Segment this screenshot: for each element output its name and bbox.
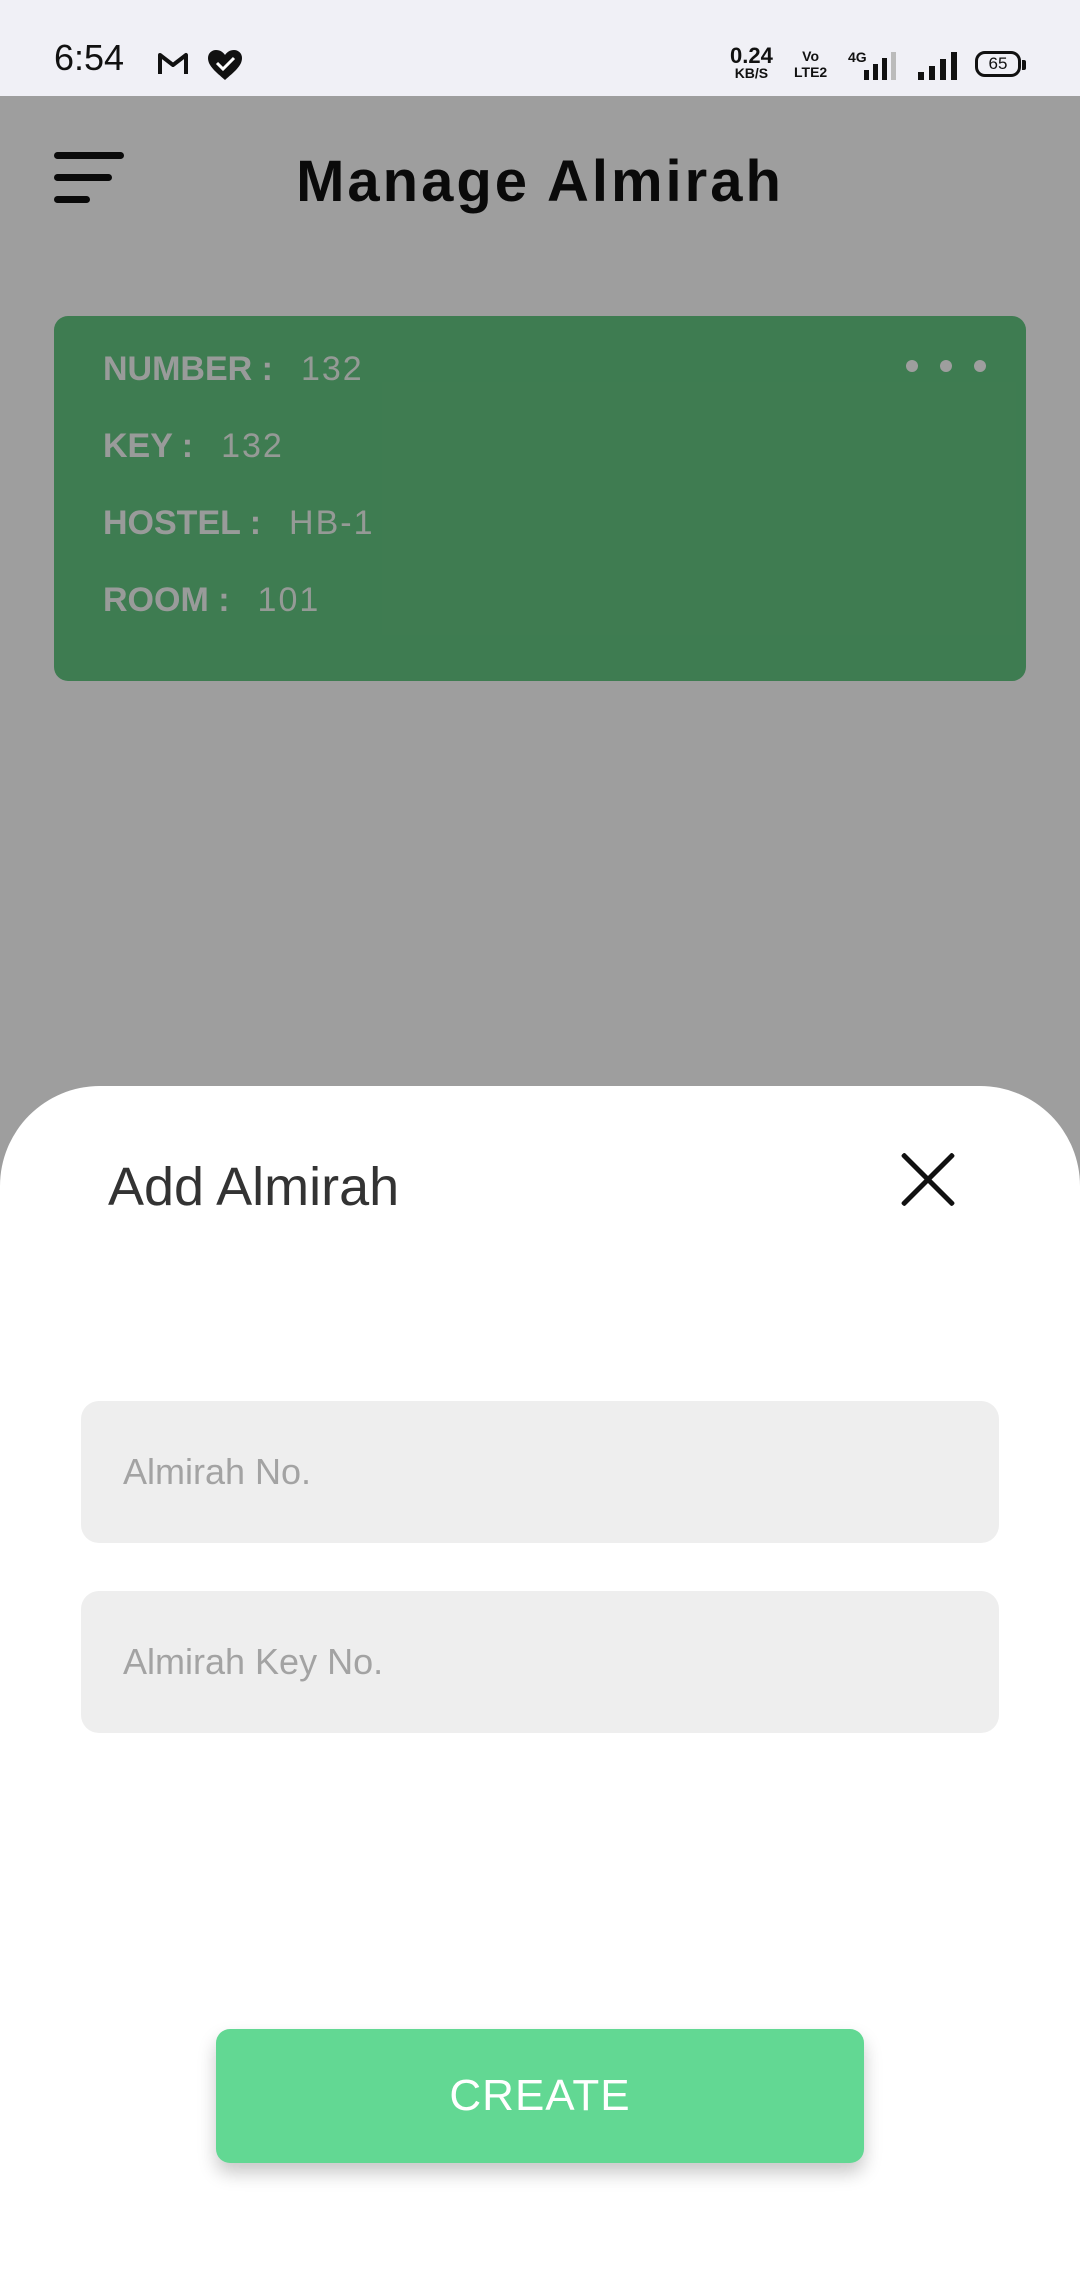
create-button[interactable]: CREATE [216, 2029, 864, 2163]
add-almirah-sheet: Add Almirah CREATE [0, 1086, 1080, 2280]
network-speed-unit: KB/S [734, 65, 769, 81]
network-speed: 0.24 KB/S [730, 43, 773, 81]
close-icon[interactable] [896, 1148, 960, 1212]
status-time: 6:54 [54, 37, 125, 78]
sheet-title: Add Almirah [108, 1157, 400, 1217]
network-type: 4G [848, 49, 867, 65]
almirah-number-input[interactable] [81, 1401, 999, 1543]
volte-indicator: Vo LTE2 [794, 48, 827, 80]
status-bar: 6:54 0.24 KB/S Vo LTE2 4G 65 [0, 0, 1080, 96]
network-speed-value: 0.24 [730, 43, 773, 68]
volte-top: Vo [802, 48, 820, 64]
gmail-icon [158, 53, 188, 74]
signal-4g-icon: 4G [848, 49, 896, 80]
heart-check-icon [208, 50, 242, 80]
battery-icon: 65 [975, 51, 1026, 77]
almirah-key-input[interactable] [81, 1591, 999, 1733]
signal-icon [918, 52, 957, 80]
volte-bottom: LTE2 [794, 64, 828, 80]
